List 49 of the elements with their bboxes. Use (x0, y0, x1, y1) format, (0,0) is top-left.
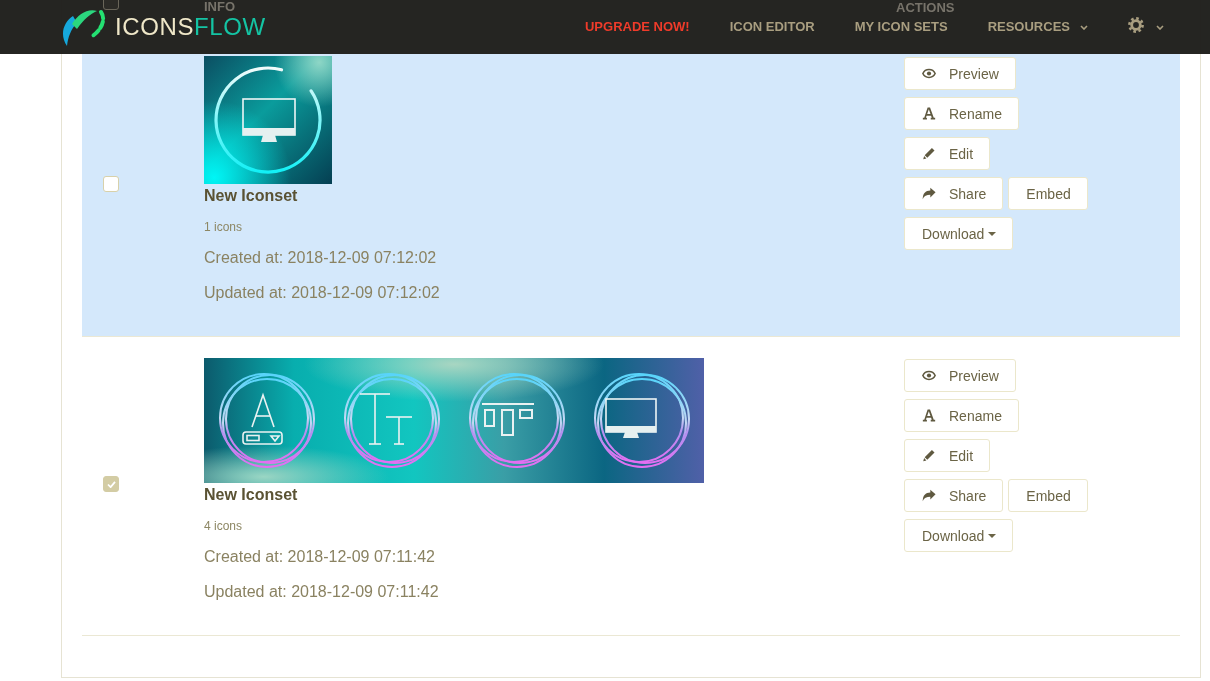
column-header: INFO (204, 0, 236, 13)
logo-text[interactable]: ICONSFLOW (115, 13, 266, 41)
download-button[interactable]: Download (904, 217, 1014, 250)
share-button[interactable]: Share (904, 479, 1004, 512)
edit-button[interactable]: Edit (904, 439, 991, 472)
created-date: Created at: 2018-12-09 07:12:02 (204, 248, 437, 268)
align-icon (469, 373, 565, 468)
font-icon (922, 409, 936, 422)
nav-link[interactable]: MY ICON SETS (854, 19, 948, 35)
upgrade-link[interactable]: UPGRADE NOW! (584, 19, 690, 35)
iconset-title: New Iconset (204, 186, 298, 206)
settings-icon (1128, 17, 1144, 33)
caret-icon (988, 231, 997, 236)
column-header: ACTIONS (896, 1, 955, 14)
updated-date: Updated at: 2018-12-09 07:12:02 (204, 283, 440, 303)
share-button[interactable]: Share (904, 177, 1004, 210)
share-arrow-icon (922, 489, 936, 502)
row-checkbox[interactable] (103, 476, 119, 492)
created-date: Created at: 2018-12-09 07:11:42 (204, 547, 435, 567)
nav-link[interactable]: ICON EDITOR (729, 19, 815, 35)
nav-dropdown[interactable]: RESOURCES (987, 19, 1088, 35)
preview-button[interactable]: Preview (904, 57, 1016, 90)
text-size-icon (344, 373, 440, 468)
eye-icon (922, 369, 936, 382)
monitor-icon (214, 66, 322, 174)
monitor-icon (594, 373, 690, 468)
share-arrow-icon (922, 187, 936, 200)
logo-icon[interactable] (60, 7, 106, 47)
pencil-icon (922, 147, 936, 160)
check-icon (106, 480, 116, 488)
font-icon (922, 107, 936, 120)
download-button[interactable]: Download (904, 519, 1014, 552)
edit-button[interactable]: Edit (904, 137, 991, 170)
icon-count: 4 icons (204, 518, 243, 534)
eye-icon (922, 67, 936, 80)
updated-date: Updated at: 2018-12-09 07:11:42 (204, 582, 439, 602)
chevron-down-icon (1156, 24, 1164, 30)
font-dropdown-icon (219, 373, 315, 468)
rename-button[interactable]: Rename (904, 97, 1019, 130)
row-checkbox[interactable] (103, 175, 119, 192)
rename-button[interactable]: Rename (904, 399, 1019, 432)
chevron-down-icon (1080, 24, 1088, 30)
icon-count: 1 icons (204, 219, 243, 235)
pencil-icon (922, 449, 936, 462)
embed-button[interactable]: Embed (1008, 177, 1088, 210)
caret-icon (988, 533, 997, 538)
embed-button[interactable]: Embed (1008, 479, 1088, 512)
preview-button[interactable]: Preview (904, 359, 1016, 392)
iconset-title: New Iconset (204, 485, 298, 505)
